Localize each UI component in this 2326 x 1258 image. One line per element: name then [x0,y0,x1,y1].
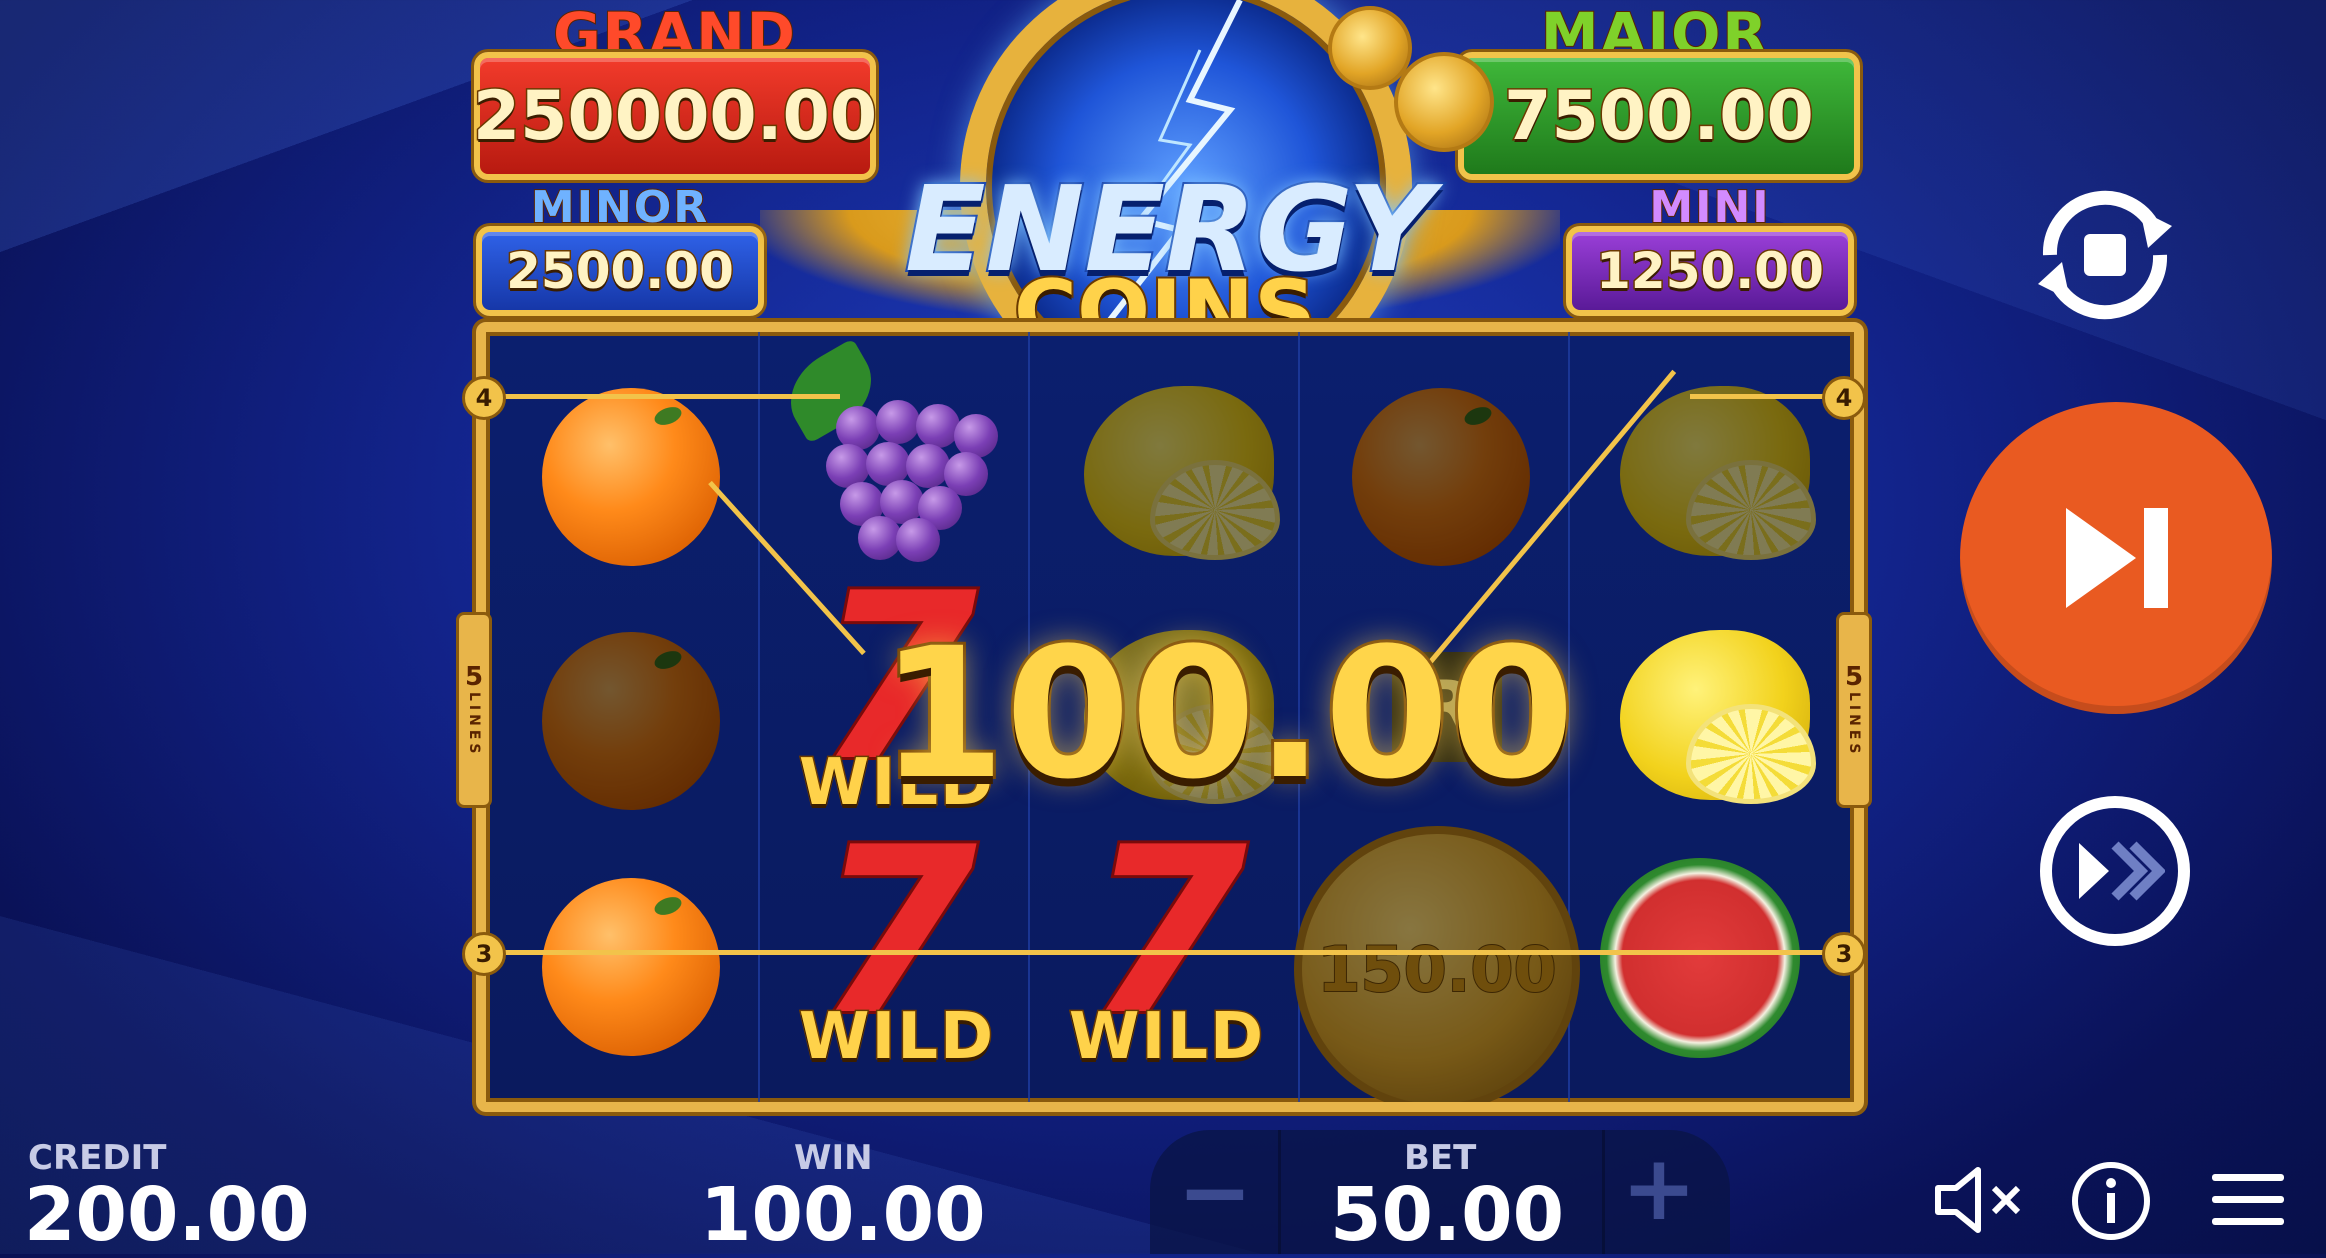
lemon-symbol [1084,386,1280,560]
orange-symbol [542,878,720,1056]
lemon-symbol [1620,630,1816,804]
payline-3-segment [500,950,1840,955]
win-amount-overlay: 100.00 [877,607,1578,822]
info-icon [2072,1162,2150,1240]
spin-skip-button[interactable] [1960,402,2272,714]
watermelon-symbol [1600,858,1800,1058]
lines-label: LINES [1846,692,1862,758]
seven-glyph: 7 [1084,799,1250,1066]
grape-symbol [774,338,998,566]
grand-jackpot-value: 250000.00 [471,75,878,157]
bet-separator [1278,1130,1281,1254]
wild-label: WILD [1067,999,1266,1076]
turbo-icon [2079,841,2165,901]
wild-seven-symbol: 7 WILD [1052,799,1282,1076]
lines-label: LINES [466,692,482,758]
payline-badge-left-bottom: 3 [462,932,506,976]
autoplay-icon [2038,190,2172,320]
major-jackpot-value: 7500.00 [1503,75,1816,157]
payline-badge-right-top: 4 [1822,376,1866,420]
menu-button[interactable] [2206,1164,2290,1236]
coin-symbol: 150.00 [1294,826,1580,1102]
bet-increase-button[interactable]: + [1594,1126,1724,1250]
coin-value: 150.00 [1316,932,1557,1007]
wild-label: WILD [797,999,996,1076]
mini-jackpot-value: 1250.00 [1595,241,1826,302]
payline-badge-left-top: 4 [462,376,506,420]
win-value: 100.00 [700,1172,986,1258]
lines-indicator-right: 5 LINES [1836,612,1872,808]
payline-4-segment [500,394,840,399]
lemon-symbol [1620,386,1816,560]
sound-muted-icon [1935,1167,2021,1233]
lines-count: 5 [464,662,484,693]
payline-4-segment [1690,394,1840,399]
turbo-button[interactable] [2040,796,2190,946]
minor-jackpot-panel: 2500.00 [476,226,764,316]
gold-coin-icon [1394,52,1494,152]
grand-jackpot-panel: 250000.00 [471,52,879,180]
seven-glyph: 7 [814,799,980,1066]
skip-icon [2066,508,2168,608]
bet-value: 50.00 [1330,1172,1565,1258]
orange-symbol [542,632,720,810]
wild-seven-symbol: 7 WILD [782,799,1012,1076]
autoplay-button[interactable] [2020,170,2190,340]
orange-symbol [542,388,720,566]
orange-symbol [1352,388,1530,566]
payline-badge-right-bottom: 3 [1822,932,1866,976]
reel-divider [758,332,760,1102]
major-jackpot-panel: 7500.00 [1458,52,1860,180]
menu-icon [2212,1174,2284,1225]
sound-button[interactable] [1930,1160,2030,1240]
credit-value: 200.00 [24,1172,310,1258]
minor-jackpot-value: 2500.00 [505,241,736,302]
lines-indicator-left: 5 LINES [456,612,492,808]
bet-decrease-button[interactable]: − [1150,1130,1280,1254]
mini-jackpot-panel: 1250.00 [1566,226,1854,316]
lines-count: 5 [1844,662,1864,693]
info-button[interactable] [2068,1158,2154,1244]
